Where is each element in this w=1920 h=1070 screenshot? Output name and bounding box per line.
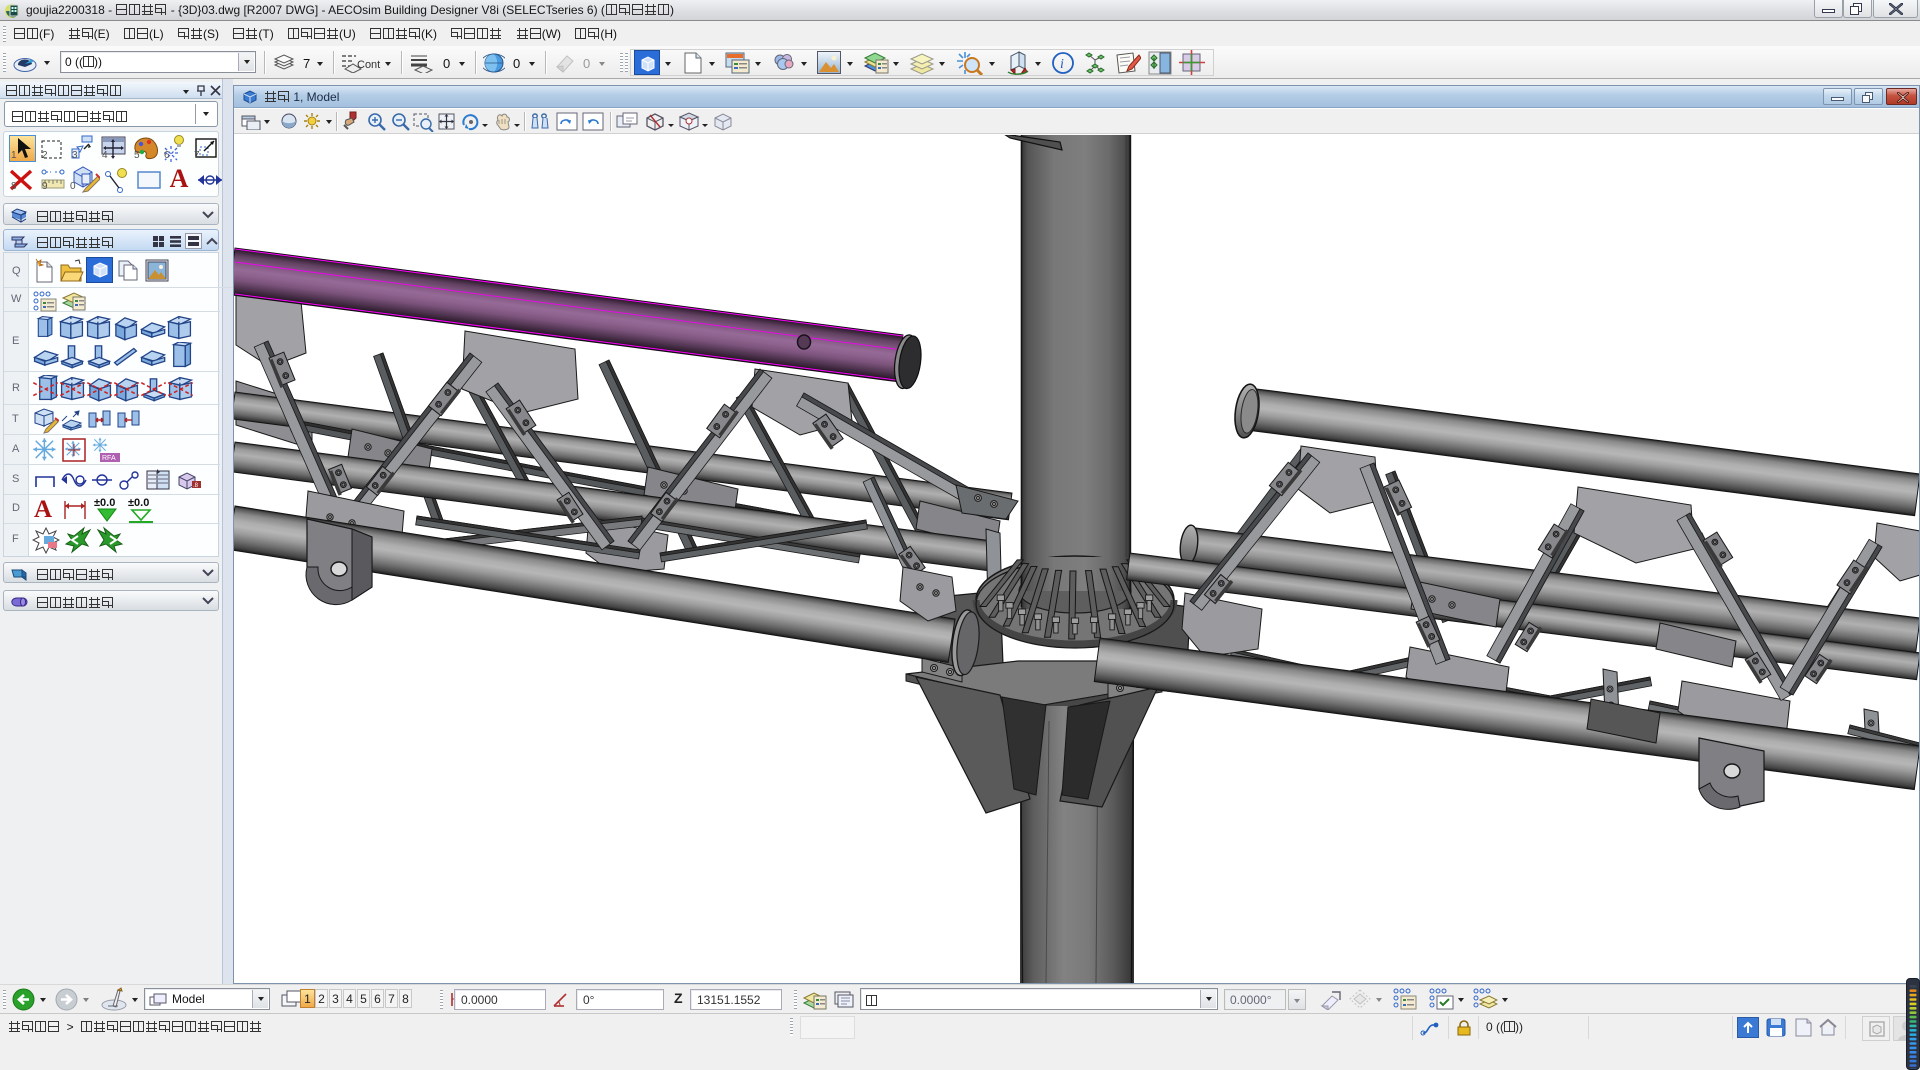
svg-text:RFA: RFA: [102, 455, 116, 462]
svg-text:.8: .8: [193, 483, 199, 489]
svg-text:Conti: Conti: [357, 59, 381, 71]
svg-text:±0.0: ±0.0: [128, 497, 149, 509]
svg-text:±0.0: ±0.0: [94, 497, 115, 509]
svg-text:i: i: [1060, 57, 1064, 72]
